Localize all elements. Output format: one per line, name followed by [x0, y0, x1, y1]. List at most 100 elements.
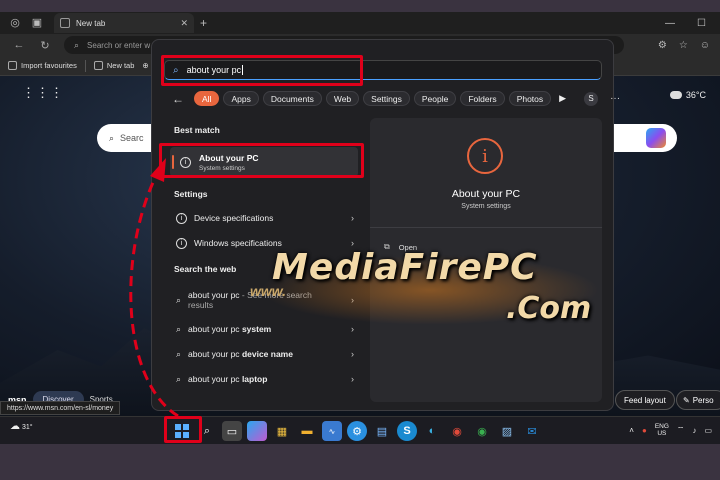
settings-item-label: Device specifications — [194, 213, 274, 223]
web-item-bold: device name — [241, 349, 293, 359]
info-icon: i — [176, 212, 187, 224]
page-weather[interactable]: 36°C — [666, 88, 706, 100]
more-filters-play-icon[interactable]: ▶ — [559, 93, 566, 104]
web-item-prefix: about your pc — [188, 324, 240, 334]
lang-line1: ENG — [654, 423, 669, 430]
feed-layout-button[interactable]: Feed layout — [615, 390, 675, 410]
web-item-laptop[interactable]: ⌕ about your pc laptop › — [170, 368, 356, 390]
fav-divider — [84, 59, 86, 72]
search-icon: ⌕ — [176, 348, 182, 359]
fav-newtab-label: New tab — [106, 61, 135, 70]
new-tab-plus-icon[interactable]: + — [200, 16, 207, 30]
highlight-search-box — [161, 55, 363, 86]
page-icon — [93, 61, 103, 70]
chevron-right-icon: › — [351, 374, 354, 384]
window-controls: — ☐ — [665, 18, 720, 29]
chrome-profile-icon[interactable]: ◉ — [472, 421, 492, 441]
back-arrow-icon[interactable]: ← — [172, 92, 184, 106]
skype-icon[interactable]: S — [397, 421, 417, 441]
mail-icon[interactable]: ✉ — [522, 421, 542, 441]
file-explorer-icon[interactable]: ▬ — [297, 421, 317, 441]
web-item-see-more[interactable]: ⌕ about your pc - See more search result… — [170, 287, 356, 313]
edge-icon[interactable]: ◐ — [422, 421, 442, 441]
taskbar: ☁ 31° ⌕ ▭ ▦ ▬ ∿ ⚙ ▤ S ◐ ◉ ◉ ▨ ✉ ˄ ● ENG … — [0, 416, 720, 444]
web-item-device-name[interactable]: ⌕ about your pc device name › — [170, 343, 356, 365]
wifi-icon[interactable]: ⌔ — [677, 425, 685, 435]
monitor-app-icon[interactable]: ∿ — [322, 421, 342, 441]
chevron-right-icon: › — [351, 295, 354, 305]
filter-folders[interactable]: Folders — [460, 91, 505, 106]
notepad-icon[interactable]: ▤ — [372, 421, 392, 441]
start-search-panel: ⌕ about your pc ← All Apps Documents Web… — [151, 39, 620, 411]
settings-app-icon[interactable]: ⚙ — [347, 421, 367, 441]
web-item-system[interactable]: ⌕ about your pc system › — [170, 318, 356, 340]
refresh-icon[interactable]: ↻ — [38, 39, 52, 52]
store-icon[interactable]: ▦ — [272, 421, 292, 441]
language-indicator[interactable]: ENG US — [655, 423, 669, 438]
highlight-best-match — [159, 143, 364, 178]
tab-title: New tab — [76, 18, 106, 28]
copilot-app-icon[interactable] — [247, 421, 267, 441]
web-heading: Search the web — [174, 264, 237, 274]
minimize-icon[interactable]: — — [665, 18, 675, 29]
profile-icon[interactable]: ◎ — [8, 16, 22, 30]
info-large-icon: i — [467, 138, 503, 174]
system-tray: ˄ ● ENG US ⌔ ♪ ▭ — [629, 423, 712, 438]
detail-pane: i About your PC System settings ⧉ Open — [370, 118, 602, 402]
address-placeholder: Search or enter w — [87, 40, 151, 50]
extensions-icon[interactable]: ⚙ — [658, 40, 667, 51]
settings-heading: Settings — [174, 189, 208, 199]
web-item-line2: results — [188, 300, 214, 310]
app-launcher-icon[interactable]: ⋮⋮⋮ — [22, 86, 64, 99]
taskbar-weather[interactable]: ☁ 31° — [10, 421, 33, 432]
search-icon: ⌕ — [176, 373, 182, 384]
workspaces-icon[interactable]: ▣ — [30, 16, 44, 30]
personalize-button[interactable]: ✎ Perso — [676, 390, 720, 410]
more-options-icon[interactable]: ··· — [610, 93, 620, 104]
maximize-icon[interactable]: ☐ — [697, 18, 706, 29]
highlight-start-button — [164, 416, 202, 443]
back-arrow-icon[interactable]: ← — [12, 39, 26, 51]
search-filters: ← All Apps Documents Web Settings People… — [172, 91, 620, 106]
tab-new-tab[interactable]: New tab ✕ — [54, 13, 194, 33]
filter-all[interactable]: All — [194, 91, 220, 106]
chevron-right-icon: › — [351, 238, 354, 248]
favorites-icon[interactable]: ☆ — [679, 40, 688, 51]
filter-web[interactable]: Web — [325, 91, 360, 106]
filter-documents[interactable]: Documents — [262, 91, 322, 106]
tray-chevron-up-icon[interactable]: ˄ — [629, 426, 634, 435]
filter-people[interactable]: People — [413, 91, 457, 106]
copilot-icon[interactable] — [646, 128, 666, 148]
profile-avatar-icon[interactable]: ☺ — [700, 40, 710, 51]
fav-import[interactable]: Import favourites — [8, 61, 77, 70]
open-action[interactable]: ⧉ Open — [384, 242, 417, 252]
task-view-icon[interactable]: ▭ — [222, 421, 242, 441]
page-search-placeholder: Searc — [120, 133, 144, 143]
detail-divider — [370, 227, 602, 228]
fav-globe[interactable]: ⊕ — [142, 61, 148, 70]
browser-tabstrip: ◎ ▣ New tab ✕ + — ☐ — [0, 12, 720, 34]
photos-icon[interactable]: ▨ — [497, 421, 517, 441]
battery-icon[interactable]: ▭ — [704, 426, 712, 435]
tab-page-icon — [60, 18, 70, 28]
open-label: Open — [398, 242, 418, 252]
filter-settings[interactable]: Settings — [363, 91, 410, 106]
import-icon — [8, 61, 17, 70]
account-avatar[interactable]: S — [584, 91, 599, 106]
best-match-heading: Best match — [174, 125, 220, 135]
chrome-icon[interactable]: ◉ — [447, 421, 467, 441]
web-item-bold: laptop — [241, 374, 268, 384]
tray-app-icon[interactable]: ● — [642, 426, 647, 435]
settings-item-windows-specs[interactable]: i Windows specifications › — [170, 232, 356, 254]
filter-photos[interactable]: Photos — [508, 91, 552, 106]
volume-icon[interactable]: ♪ — [692, 426, 696, 435]
settings-item-device-specs[interactable]: i Device specifications › — [170, 207, 356, 229]
web-item-suffix: - See more search — [239, 289, 312, 300]
tab-close-icon[interactable]: ✕ — [180, 18, 188, 29]
chevron-right-icon: › — [351, 324, 354, 334]
taskbar-apps: ⌕ ▭ ▦ ▬ ∿ ⚙ ▤ S ◐ ◉ ◉ ▨ ✉ — [172, 421, 542, 441]
detail-title: About your PC — [451, 188, 521, 200]
fav-new-tab[interactable]: New tab — [93, 61, 135, 70]
filter-apps[interactable]: Apps — [223, 91, 259, 106]
chevron-right-icon: › — [351, 213, 354, 223]
